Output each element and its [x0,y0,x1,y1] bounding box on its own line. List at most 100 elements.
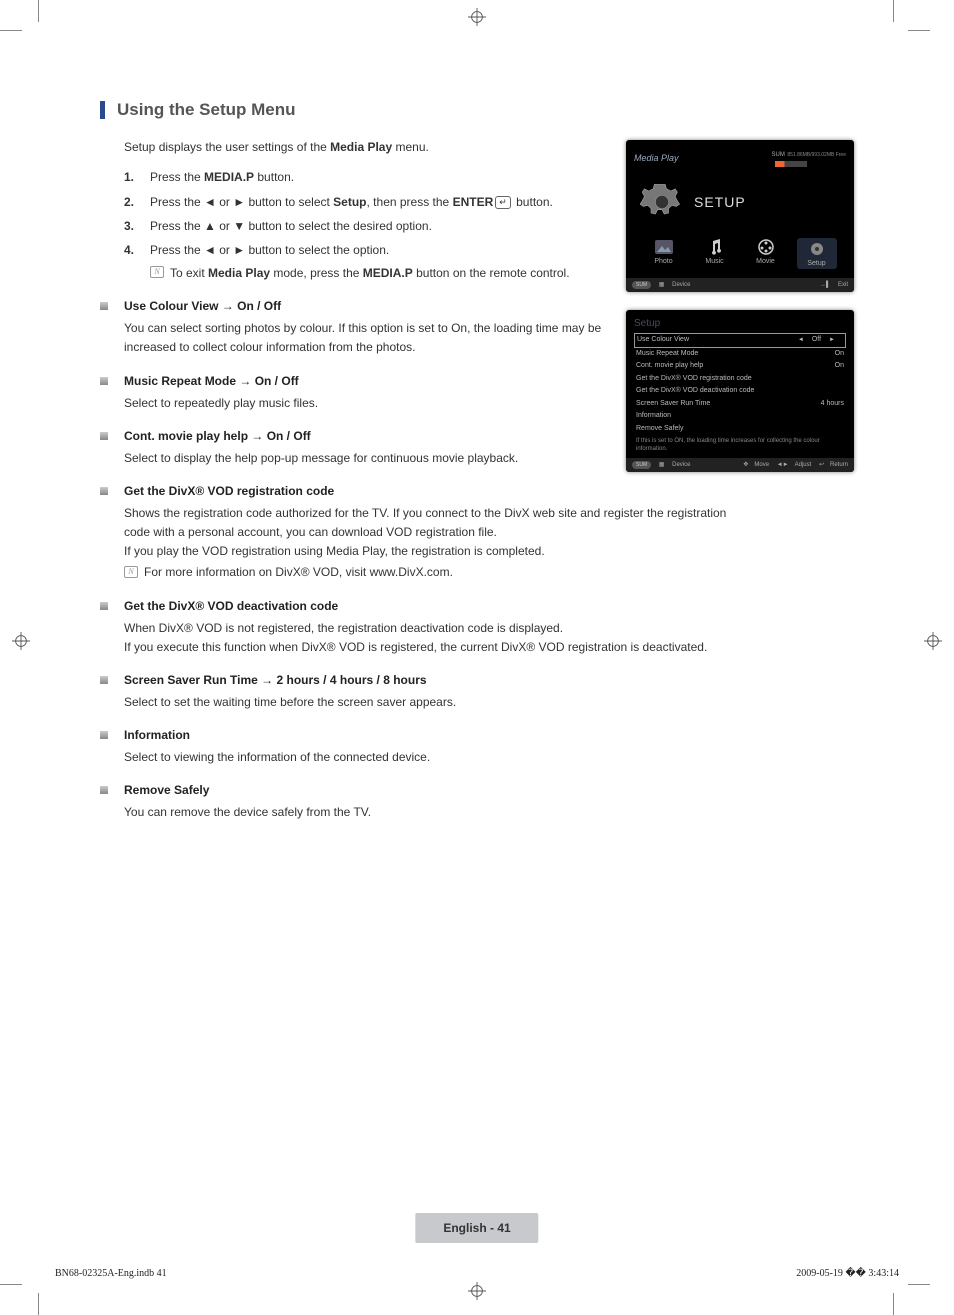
tv2-row: Music Repeat ModeOn [634,348,846,361]
tv-media-play: Media Play SUM 851.86MB/993.02MB Free SE… [626,140,854,292]
t: mode, press the [270,266,363,280]
desc-line: If you play the VOD registration using M… [124,542,854,561]
footer-move: Move [754,462,769,468]
enter-icon: ↵ [495,196,511,209]
footer-device: Device [672,462,690,468]
footer-adjust: Adjust [795,462,812,468]
step-body: Press the ▲ or ▼ button to select the de… [150,216,580,236]
item-information: Information Select to viewing the inform… [100,726,854,767]
item-title: Information [124,726,854,744]
bullet-icon [100,786,108,794]
item-desc: Select to viewing the information of the… [124,748,854,767]
accent-bar [100,101,105,119]
row-value: ◄Off► [790,335,843,346]
t: Setup [333,195,366,209]
move-icon: ✥ [743,462,748,468]
item-desc: Select to set the waiting time before th… [124,693,854,712]
tv2-heading: Setup [634,318,846,329]
step-4: 4. Press the ◄ or ► button to select the… [124,240,580,283]
exit-icon: →▌ [820,282,830,288]
t: Press the [150,170,204,184]
row-label: Cont. movie play help [636,361,703,372]
bullet-icon [100,432,108,440]
tv2-footer: SUM ▦ Device ✥Move ◄►Adjust ↩Return [626,458,854,472]
t: button. [254,170,294,184]
step-text: Press the ◄ or ► button to select the op… [150,240,580,260]
footer-exit: Exit [838,282,848,288]
tv2-row: Cont. movie play helpOn [634,360,846,373]
print-footer: BN68-02325A-Eng.indb 41 2009-05-19 �� 3:… [55,1268,899,1279]
tv1-photo: Photo [644,238,684,269]
music-icon [695,238,735,256]
step-body: Press the ◄ or ► button to select Setup,… [150,192,580,212]
row-label: Remove Safely [636,424,683,435]
item-desc: You can select sorting photos by colour.… [124,319,604,357]
footer-sum: SUM [632,461,651,469]
label: Movie [746,258,786,265]
label: Music [695,258,735,265]
item-remove-safely: Remove Safely You can remove the device … [100,781,854,822]
gear-icon [640,180,684,224]
t: MEDIA.P [204,170,254,184]
item-title: Get the DivX® VOD deactivation code [124,597,854,615]
desc-line: When DivX® VOD is not registered, the re… [124,619,854,638]
bullet-icon [100,676,108,684]
section-title-text: Using the Setup Menu [117,100,296,120]
item-divx-deactivation: Get the DivX® VOD deactivation code When… [100,597,854,657]
tv1-setup: Setup [797,238,837,269]
tv2-note: If this is set to ON, the loading time i… [634,435,846,458]
tv1-footer: SUM ▦ Device →▌ Exit [626,278,854,292]
bullet-icon [100,731,108,739]
tv1-movie: Movie [746,238,786,269]
tv2-row: Information [634,410,846,423]
step-body: Press the ◄ or ► button to select the op… [150,240,580,283]
tv1-storage: SUM 851.86MB/993.02MB Free [771,148,846,168]
desc-line: If you execute this function when DivX® … [124,638,854,657]
tv1-category-row: Photo Music Movie Setup [634,238,846,275]
t: button on the remote control. [413,266,570,280]
tv2-row: Screen Saver Run Time4 hours [634,398,846,411]
footer-return: Return [830,462,848,468]
item-title: Screen Saver Run Time → 2 hours / 4 hour… [124,671,854,689]
note-icon: N [150,266,164,278]
item-title: Remove Safely [124,781,854,799]
tv1-music: Music [695,238,735,269]
t: , then press the [367,195,453,209]
row-value: 4 hours [821,399,844,410]
desc-line: Shows the registration code authorized f… [124,504,744,542]
item-note: N For more information on DivX® VOD, vis… [124,563,854,582]
t: ENTER [453,195,494,209]
bullet-icon [100,602,108,610]
bullet-icon [100,487,108,495]
step-2: 2. Press the ◄ or ► button to select Set… [124,192,580,212]
note-icon: N [124,566,138,578]
item-desc: Shows the registration code authorized f… [124,504,854,583]
movie-icon [746,238,786,256]
step-1: 1. Press the MEDIA.P button. [124,167,580,187]
intro-bold: Media Play [330,140,392,154]
adjust-icon: ◄► [777,462,789,468]
tv2-row: Get the DivX® VOD registration code [634,373,846,386]
tv2-rows: Use Colour View ◄Off► Music Repeat ModeOnC… [634,333,846,435]
tv1-title: Media Play [634,153,679,163]
item-screensaver-time: Screen Saver Run Time → 2 hours / 4 hour… [100,671,854,712]
row-label: Information [636,411,671,422]
step-3: 3. Press the ▲ or ▼ button to select the… [124,216,580,236]
label: Photo [644,258,684,265]
footer-sum: SUM [632,281,651,289]
section-heading: Using the Setup Menu [100,100,854,120]
step-number: 3. [124,216,150,236]
tv2-row: Remove Safely [634,423,846,436]
label: Setup [797,260,837,267]
gear-icon [797,240,837,258]
row-value: On [835,349,844,360]
row-label: Use Colour View [637,335,689,346]
steps-list: 1. Press the MEDIA.P button. 2. Press th… [124,167,580,283]
step-number: 4. [124,240,150,283]
tv1-main: SETUP [634,174,846,238]
t: MEDIA.P [363,266,413,280]
storage-bar-icon [775,161,807,167]
row-label: Get the DivX® VOD deactivation code [636,386,754,397]
tv1-storage-text: 851.86MB/993.02MB Free [787,152,846,158]
intro-text: Setup displays the user settings of the … [124,138,580,157]
